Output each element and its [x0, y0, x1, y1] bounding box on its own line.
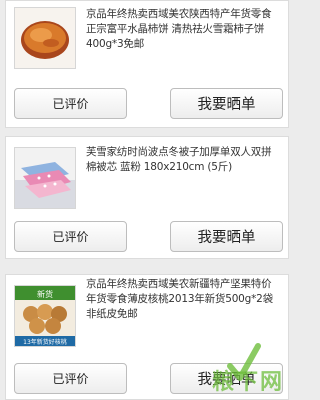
thumb-caption-text: 13年新货好核桃: [23, 338, 67, 346]
rated-button[interactable]: 已评价: [14, 221, 127, 252]
watermark-text: 粮下网: [211, 369, 284, 395]
product-thumbnail-walnut[interactable]: 新货 13年新货好核桃: [14, 285, 76, 347]
post-review-photo-button[interactable]: 我要晒单: [170, 88, 283, 119]
order-card: 芙雪家纺时尚波点冬被子加厚单双人双拼棉被芯 蓝粉 180x210cm (5斤) …: [5, 136, 289, 259]
product-thumbnail-persimmon[interactable]: [14, 7, 76, 69]
product-title[interactable]: 芙雪家纺时尚波点冬被子加厚单双人双拼棉被芯 蓝粉 180x210cm (5斤): [86, 145, 280, 175]
product-thumbnail-quilt[interactable]: [14, 147, 76, 209]
rated-button[interactable]: 已评价: [14, 363, 127, 394]
product-title[interactable]: 京品年终热卖西域美农新疆特产坚果特价年货零食薄皮核桃2013年新货500g*2袋…: [86, 277, 280, 322]
product-title[interactable]: 京品年终热卖西域美农陕西特产年货零食 正宗富平水晶柿饼 清热祛火雪霜柿子饼400…: [86, 7, 280, 52]
rated-button[interactable]: 已评价: [14, 88, 127, 119]
post-review-photo-button[interactable]: 我要晒单: [170, 221, 283, 252]
thumb-badge-text: 新货: [37, 289, 53, 299]
order-card: 京品年终热卖西域美农陕西特产年货零食 正宗富平水晶柿饼 清热祛火雪霜柿子饼400…: [5, 0, 289, 128]
